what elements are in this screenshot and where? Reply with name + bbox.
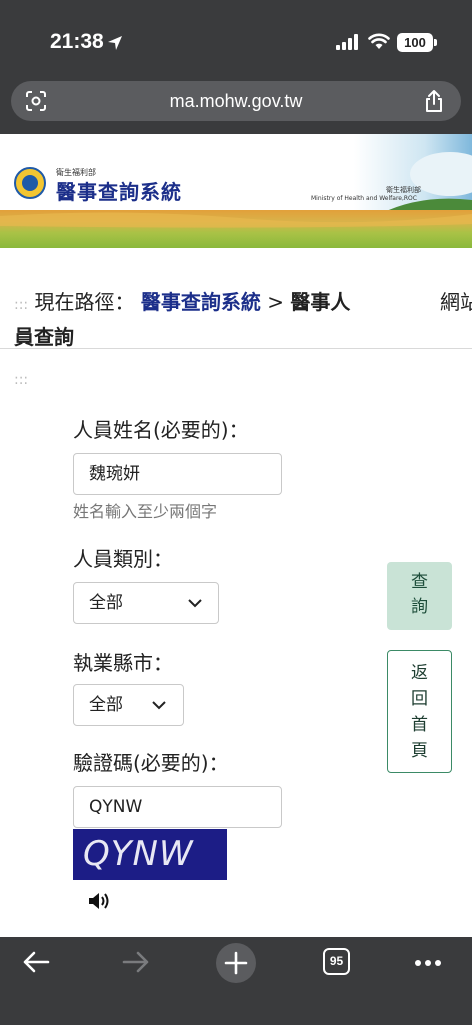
more-options-icon[interactable] [414,959,442,967]
name-input[interactable]: 魏琬妍 [73,453,282,495]
captcha-input[interactable]: QYNW [73,786,282,828]
category-select-value: 全部 [89,593,123,613]
url-text: ma.mohw.gov.tw [169,91,303,111]
breadcrumb-separator: > [267,290,284,314]
name-label: 人員姓名(必要的)： [73,418,249,442]
site-banner: 衛生福利部 醫事查詢系統 衛生福利部 Ministry of Health an… [0,134,472,248]
tab-switcher-button[interactable]: 95 [323,948,350,975]
captcha-label: 驗證碼(必要的)： [73,751,229,775]
speaker-icon[interactable] [88,891,112,911]
back-arrow-icon[interactable] [22,950,50,974]
query-button[interactable]: 查 詢 [387,562,452,630]
new-tab-button[interactable] [216,943,256,983]
battery-indicator: 100 [397,33,433,52]
share-icon[interactable] [423,89,445,113]
battery-tip [434,39,437,46]
site-nav-clipped[interactable]: 網站 [440,286,472,318]
browser-toolbar: ma.mohw.gov.tw [0,80,472,134]
home-button-char: 頁 [411,741,428,761]
divider [0,348,472,349]
breadcrumb-prefix: 現在路徑： [34,290,135,314]
status-time: 21:38 [50,30,104,53]
return-home-button[interactable]: 返 回 首 頁 [387,650,452,773]
banner-ministry-en: Ministry of Health and Welfare,ROC [311,195,417,202]
location-arrow-icon [108,36,122,50]
name-hint: 姓名輸入至少兩個字 [73,502,218,521]
banner-ministry-cn: 衛生福利部 [386,186,421,194]
cellular-signal-icon [336,34,358,50]
home-button-char: 返 [411,663,428,683]
county-select-value: 全部 [89,695,123,715]
county-label: 執業縣市： [73,651,173,675]
query-button-char: 查 [411,572,428,592]
forward-arrow-icon[interactable] [122,950,150,974]
breadcrumb-current-cont: 員查詢 [14,325,74,349]
category-select[interactable]: 全部 [73,582,219,624]
accesskey-dots: ::: [14,297,29,313]
status-bar: 21:38 100 [0,0,472,80]
chevron-down-icon [188,599,202,608]
breadcrumb-current: 醫事人 [290,290,351,314]
captcha-image: QYNW [73,829,227,880]
category-label: 人員類別： [73,547,173,571]
query-button-char: 詢 [411,597,428,617]
chevron-down-icon [152,701,166,710]
wifi-icon [368,33,390,49]
breadcrumb-link-home[interactable]: 醫事查詢系統 [141,290,261,314]
site-title[interactable]: 醫事查詢系統 [56,176,182,205]
ministry-logo [14,167,46,199]
plus-icon [224,951,248,975]
content-accesskey-dots: ::: [14,372,29,388]
breadcrumb: ::: 現在路徑： 醫事查詢系統 > 醫事人 員查詢 [14,286,394,353]
county-select[interactable]: 全部 [73,684,184,726]
address-bar[interactable]: ma.mohw.gov.tw [11,81,461,121]
browser-bottom-bar: 95 [0,937,472,1025]
home-button-char: 首 [411,715,428,735]
home-button-char: 回 [411,689,428,709]
